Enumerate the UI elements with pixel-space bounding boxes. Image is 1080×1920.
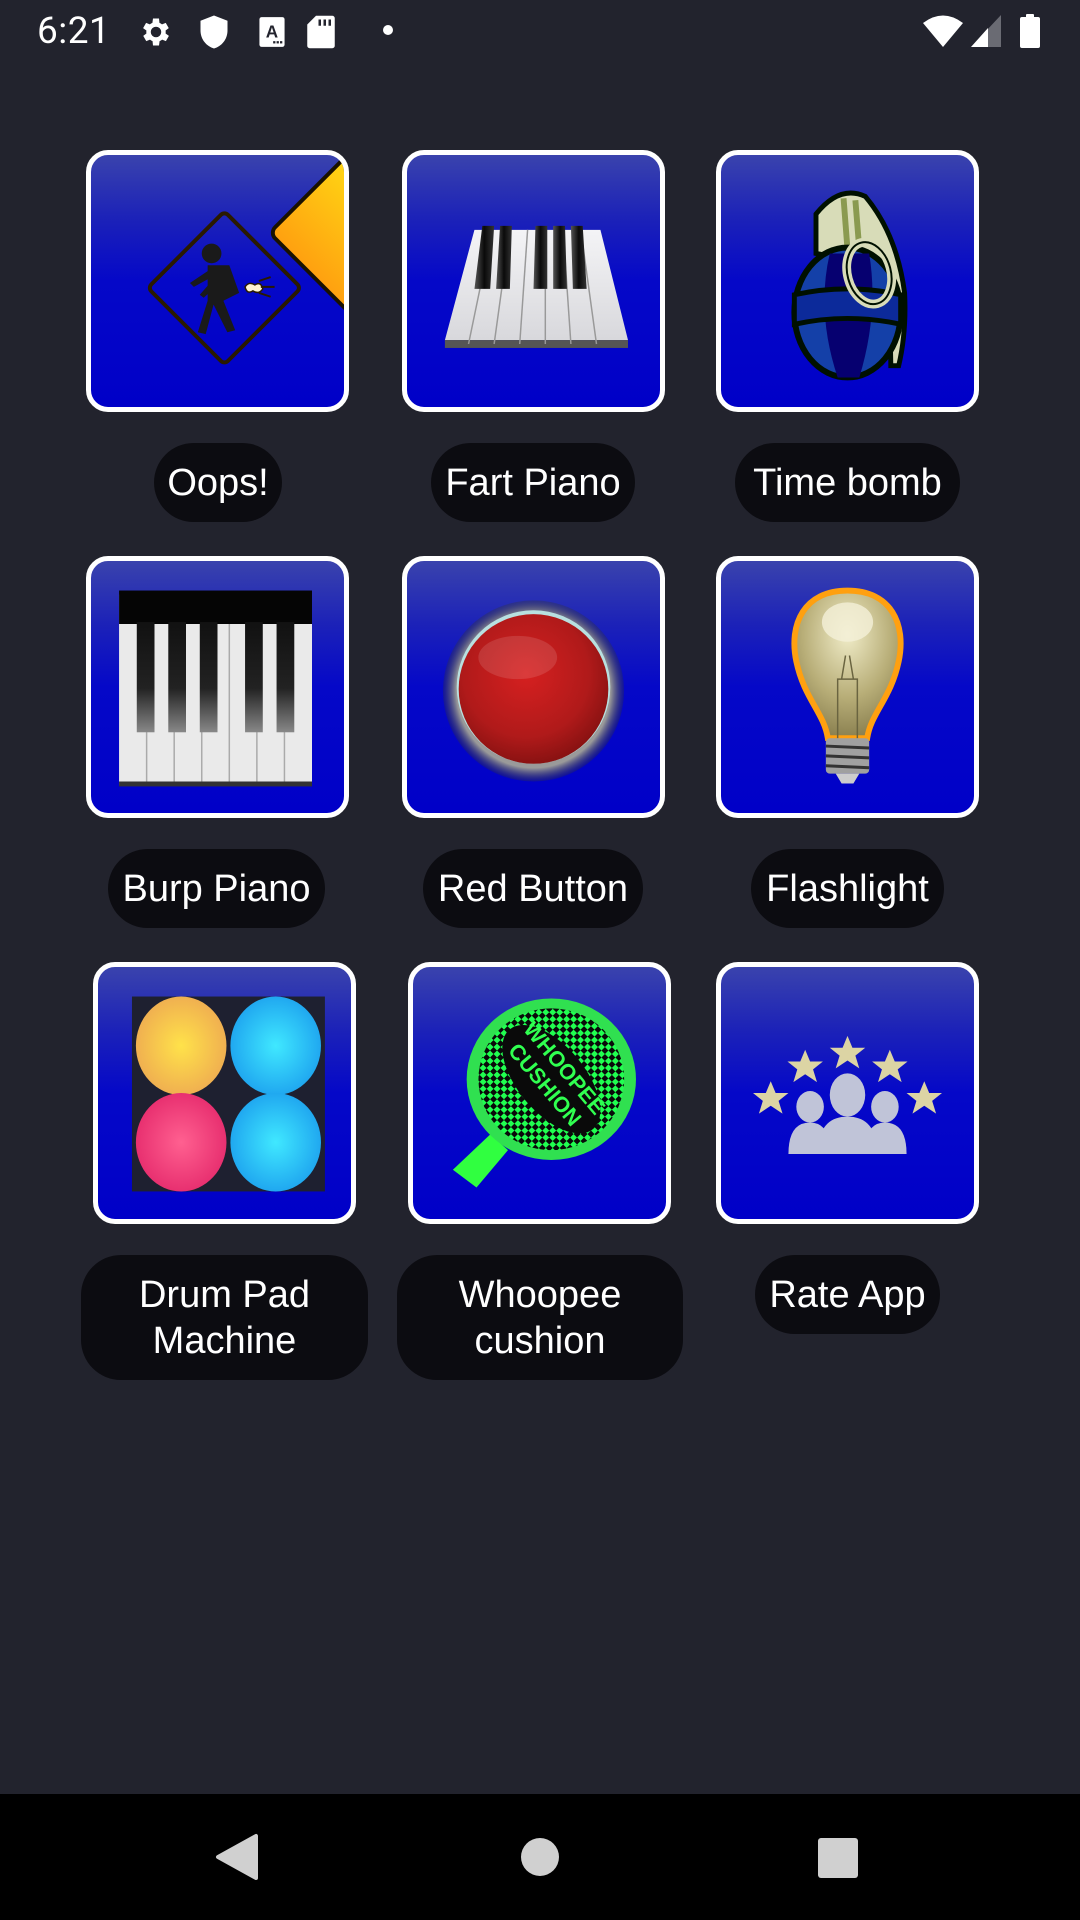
recents-icon	[818, 1838, 858, 1878]
battery-icon	[1020, 14, 1040, 48]
tile-fart-piano[interactable]	[402, 150, 665, 412]
tile-rate-app[interactable]	[716, 962, 979, 1224]
shield-icon	[200, 15, 228, 49]
label-rate-app[interactable]: Rate App	[755, 1255, 940, 1334]
label-drum-pad-machine[interactable]: Drum Pad Machine	[81, 1255, 368, 1380]
tile-drum-pad-machine[interactable]	[93, 962, 356, 1224]
fart-warning-sign-icon	[147, 155, 344, 365]
label-text: Red Button	[437, 867, 629, 910]
navigation-bar	[0, 1794, 1080, 1920]
label-text: Rate App	[769, 1273, 926, 1316]
home-button[interactable]	[470, 1794, 610, 1920]
light-bulb-icon	[791, 587, 904, 784]
label-text: Fart Piano	[445, 461, 621, 504]
label-time-bomb[interactable]: Time bomb	[735, 443, 960, 522]
drum-pads-icon	[131, 996, 325, 1192]
recents-button[interactable]	[768, 1794, 908, 1920]
label-text: Whoopee cushion	[458, 1273, 622, 1362]
status-time: 6:21	[37, 10, 111, 53]
wifi-icon	[923, 15, 963, 47]
tile-oops[interactable]	[86, 150, 349, 412]
tile-flashlight[interactable]	[716, 556, 979, 818]
status-bar: 6:21 A	[0, 0, 1080, 62]
label-text: Oops!	[167, 461, 269, 504]
home-icon	[521, 1838, 559, 1876]
tile-whoopee-cushion[interactable]: WHOOPEE CUSHION	[408, 962, 671, 1224]
back-button[interactable]	[170, 1794, 310, 1920]
rating-stars-icon	[753, 1035, 942, 1155]
label-burp-piano[interactable]: Burp Piano	[108, 849, 325, 928]
label-text: Flashlight	[766, 867, 929, 910]
whoopee-cushion-icon: WHOOPEE CUSHION	[452, 998, 636, 1188]
piano-keys-icon	[444, 225, 628, 348]
gear-icon	[143, 18, 169, 46]
grenade-icon	[791, 190, 908, 381]
svg-text:A: A	[266, 22, 278, 42]
sd-card-icon	[307, 15, 335, 49]
red-button-icon	[442, 600, 625, 782]
label-flashlight[interactable]: Flashlight	[751, 849, 944, 928]
tile-time-bomb[interactable]	[716, 150, 979, 412]
piano-vertical-icon	[119, 590, 312, 787]
label-text: Burp Piano	[122, 867, 311, 910]
tile-red-button[interactable]	[402, 556, 665, 818]
keyboard-a-icon: A	[259, 17, 285, 47]
label-whoopee-cushion[interactable]: Whoopee cushion	[397, 1255, 683, 1380]
label-text: Time bomb	[753, 461, 942, 504]
label-red-button[interactable]: Red Button	[423, 849, 643, 928]
tile-burp-piano[interactable]	[86, 556, 349, 818]
notification-dot-icon	[383, 25, 393, 35]
cell-signal-icon	[971, 15, 1001, 47]
label-text: Drum Pad Machine	[138, 1273, 311, 1362]
label-oops[interactable]: Oops!	[154, 443, 282, 522]
label-fart-piano[interactable]: Fart Piano	[431, 443, 635, 522]
back-icon	[216, 1834, 258, 1880]
